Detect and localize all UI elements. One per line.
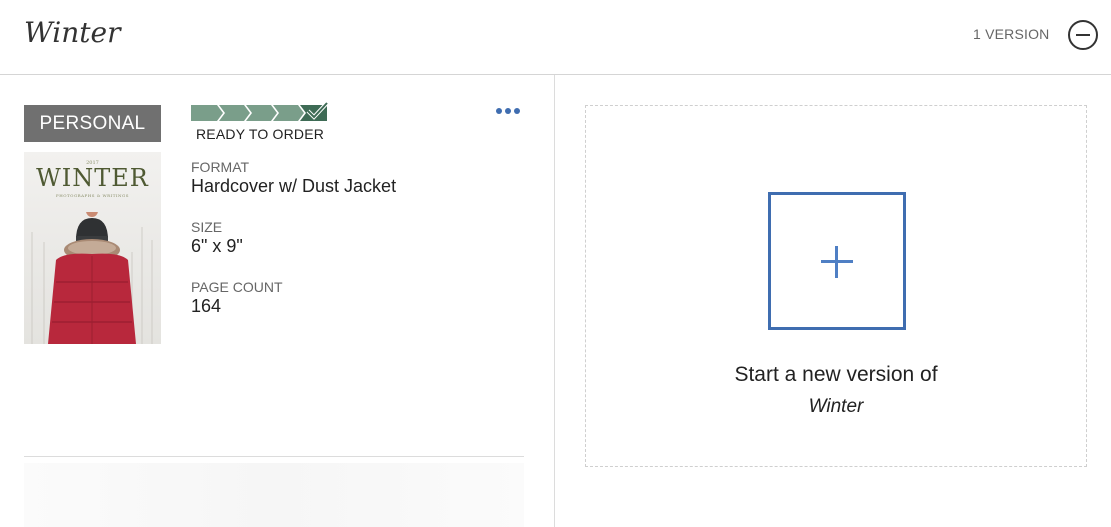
project-title: Winter bbox=[24, 16, 121, 49]
collapse-minus-icon[interactable] bbox=[1068, 20, 1098, 50]
new-version-book-title: Winter bbox=[808, 396, 864, 417]
cover-title: WINTER bbox=[36, 164, 149, 192]
cover-subtitle: PHOTOGRAPHS & WRITINGS bbox=[56, 193, 129, 198]
column-divider bbox=[554, 75, 555, 527]
page-count-label: PAGE COUNT bbox=[191, 279, 283, 295]
order-progress-bar bbox=[191, 101, 329, 121]
version-type-badge: PERSONAL bbox=[24, 105, 161, 142]
format-value: Hardcover w/ Dust Jacket bbox=[191, 176, 397, 196]
progress-step-1 bbox=[191, 105, 223, 121]
page-count-value: 164 bbox=[191, 296, 222, 316]
project-header: Winter 1 VERSION bbox=[0, 0, 1111, 75]
progress-step-3 bbox=[246, 105, 277, 121]
cover-photo-winter-figure bbox=[31, 212, 153, 344]
start-new-version-text: Start a new version of bbox=[734, 363, 938, 386]
progress-step-2 bbox=[219, 105, 250, 121]
size-value: 6" x 9" bbox=[191, 236, 243, 256]
row-divider bbox=[24, 456, 524, 457]
format-label: FORMAT bbox=[191, 159, 250, 175]
book-cover-thumbnail[interactable]: 2017 WINTER PHOTOGRAPHS & WRITINGS bbox=[24, 152, 161, 344]
progress-step-4 bbox=[273, 105, 304, 121]
version-count: 1 VERSION bbox=[973, 26, 1050, 42]
next-version-placeholder bbox=[24, 463, 524, 527]
size-label: SIZE bbox=[191, 219, 223, 235]
plus-icon[interactable] bbox=[768, 192, 906, 330]
order-status-label: READY TO ORDER bbox=[196, 126, 325, 142]
start-new-version-card[interactable]: Start a new version of Winter bbox=[585, 105, 1087, 467]
more-options-icon[interactable] bbox=[496, 108, 520, 114]
